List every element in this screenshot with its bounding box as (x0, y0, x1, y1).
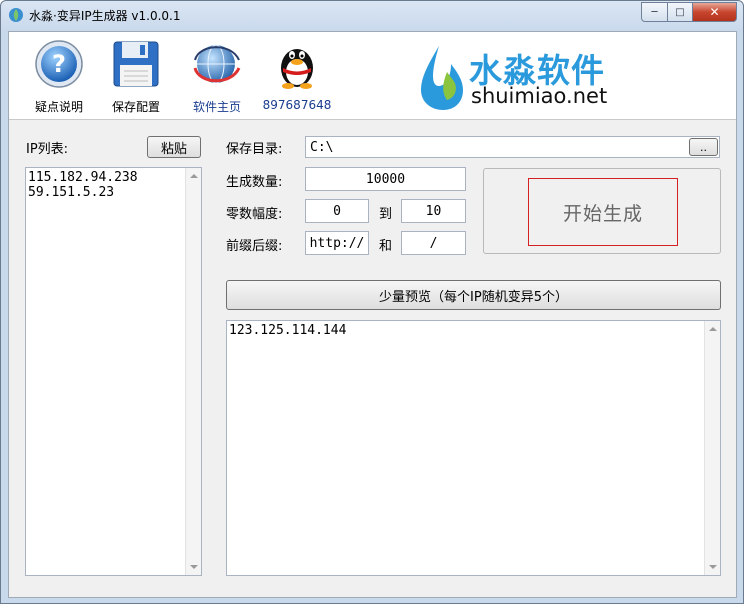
save-dir-label: 保存目录: (226, 142, 283, 157)
to-label: 到 (379, 207, 393, 222)
homepage-label: 软件主页 (192, 100, 241, 114)
brand-logo: 水淼软件 shuimiao.net (417, 42, 627, 112)
save-config-label: 保存配置 (111, 100, 160, 114)
save-config-button[interactable]: 保存配置 (100, 38, 172, 115)
svg-text:?: ? (52, 50, 66, 78)
client-area: ? 疑点说明 保存配置 软件主页 897687648 水淼软件 shuimiao… (8, 31, 737, 598)
close-button[interactable]: ✕ (693, 2, 737, 22)
title-bar[interactable]: 水淼·变异IP生成器 v1.0.0.1 ─ □ ✕ (1, 1, 743, 28)
scroll-down-icon[interactable] (709, 565, 717, 569)
prefix-input[interactable]: http:// (305, 231, 369, 255)
maximize-button[interactable]: □ (668, 2, 693, 22)
prefix-suffix-label: 前缀后缀: (226, 239, 283, 254)
maximize-icon: □ (675, 6, 685, 18)
scroll-up-icon[interactable] (190, 174, 198, 178)
ip-list-line: 115.182.94.238 (28, 170, 138, 185)
ip-list-scrollbar[interactable] (185, 168, 201, 575)
close-icon: ✕ (709, 5, 720, 19)
preview-line: 123.125.114.144 (229, 323, 347, 338)
faq-button[interactable]: ? 疑点说明 (23, 38, 95, 115)
minimize-button[interactable]: ─ (641, 2, 668, 22)
faq-label: 疑点说明 (34, 100, 83, 114)
toolbar: ? 疑点说明 保存配置 软件主页 897687648 水淼软件 shuimiao… (9, 32, 736, 120)
count-input[interactable]: 10000 (305, 167, 466, 191)
app-icon (9, 8, 23, 22)
minimize-icon: ─ (651, 6, 658, 18)
ip-list-textarea[interactable]: 115.182.94.238 59.151.5.23 (25, 167, 202, 576)
start-generate-button[interactable]: 开始生成 (528, 178, 678, 246)
start-panel: 开始生成 (483, 168, 721, 254)
qq-button[interactable]: 897687648 (261, 38, 333, 112)
app-window: 水淼·变异IP生成器 v1.0.0.1 ─ □ ✕ ? 疑点说明 保存配置 软件… (0, 0, 744, 604)
ip-list-line: 59.151.5.23 (28, 185, 115, 200)
zero-from-input[interactable]: 0 (305, 199, 369, 223)
paste-button[interactable]: 粘贴 (147, 136, 201, 158)
window-title: 水淼·变异IP生成器 v1.0.0.1 (29, 9, 181, 23)
qq-penguin-icon (281, 49, 313, 89)
ip-list-label: IP列表: (26, 142, 69, 157)
help-icon: ? (35, 40, 83, 88)
zero-range-label: 零数幅度: (226, 207, 283, 222)
browse-button[interactable]: .. (689, 138, 718, 156)
scroll-down-icon[interactable] (190, 565, 198, 569)
qq-label: 897687648 (262, 98, 332, 112)
save-dir-input[interactable]: C:\ (305, 136, 720, 158)
preview-textarea[interactable]: 123.125.114.144 (226, 320, 721, 576)
zero-to-input[interactable]: 10 (401, 199, 466, 223)
preview-button[interactable]: 少量预览（每个IP随机变异5个） (226, 280, 721, 310)
homepage-button[interactable]: 软件主页 (181, 38, 253, 115)
water-drop-icon (421, 46, 463, 110)
preview-scrollbar[interactable] (704, 321, 720, 575)
count-label: 生成数量: (226, 175, 283, 190)
scroll-up-icon[interactable] (709, 327, 717, 331)
and-label: 和 (379, 239, 393, 254)
globe-icon (193, 44, 241, 84)
floppy-disk-icon (113, 41, 159, 87)
suffix-input[interactable]: / (401, 231, 466, 255)
logo-domain-text: shuimiao.net (471, 84, 608, 108)
